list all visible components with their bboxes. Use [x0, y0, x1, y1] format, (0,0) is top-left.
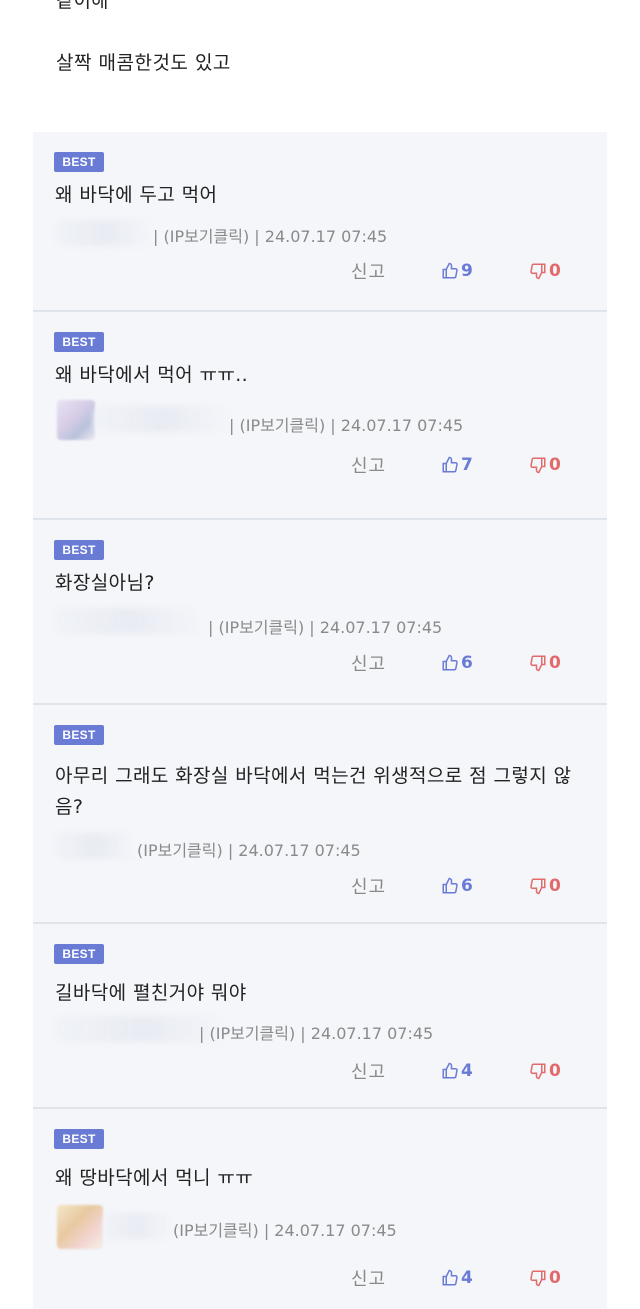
- comment-text: 화장실아님?: [55, 572, 155, 594]
- thumbs-down-icon: [530, 878, 546, 895]
- upvote-count: 6: [461, 876, 473, 896]
- upvote-count: 4: [461, 1061, 473, 1081]
- downvote-button[interactable]: 0: [529, 455, 561, 475]
- comment-meta[interactable]: | (IP보기클릭) | 24.07.17 07:45: [229, 412, 463, 436]
- comment-item: BEST 왜 바닥에서 먹어 ㅠㅠ.. | (IP보기클릭) | 24.07.1…: [33, 312, 607, 520]
- thumbs-down-icon: [530, 655, 546, 672]
- report-button[interactable]: 신고: [351, 1265, 441, 1291]
- thumbs-up-icon: [442, 877, 458, 894]
- comment-meta[interactable]: | (IP보기클릭) | 24.07.17 07:45: [199, 1020, 433, 1044]
- downvote-count: 0: [549, 653, 561, 673]
- comment-item: BEST 길바닥에 펼친거야 뭐야 | (IP보기클릭) | 24.07.17 …: [33, 924, 607, 1109]
- avatar: [57, 400, 95, 440]
- report-button[interactable]: 신고: [351, 258, 441, 284]
- thumbs-down-icon: [530, 263, 546, 280]
- comment-actions: 신고 7 0: [351, 452, 561, 478]
- redacted-nickname: [55, 608, 207, 634]
- redacted-nickname: [93, 406, 233, 432]
- downvote-button[interactable]: 0: [529, 653, 561, 673]
- comment-text: 아무리 그래도 화장실 바닥에서 먹는건 위생적으로 점 그렇지 않음?: [55, 765, 572, 818]
- best-badge: BEST: [54, 540, 104, 560]
- upvote-count: 9: [461, 261, 473, 281]
- post-text-cut: 같이해: [56, 0, 109, 12]
- downvote-count: 0: [549, 1061, 561, 1081]
- comment-item: BEST 화장실아님? | (IP보기클릭) | 24.07.17 07:45 …: [33, 520, 607, 705]
- comment-text: 왜 바닥에서 먹어 ㅠㅠ..: [55, 364, 249, 386]
- post-text: 살짝 매콤한것도 있고: [56, 52, 231, 74]
- thumbs-up-icon: [442, 1269, 458, 1286]
- downvote-button[interactable]: 0: [529, 1061, 561, 1081]
- best-comments-list: BEST 왜 바닥에 두고 먹어 | (IP보기클릭) | 24.07.17 0…: [33, 132, 607, 1309]
- comment-text: 왜 땅바닥에서 먹니 ㅠㅠ: [55, 1167, 254, 1189]
- redacted-nickname: [55, 833, 137, 859]
- thumbs-up-icon: [442, 1062, 458, 1079]
- thumbs-up-icon: [442, 654, 458, 671]
- comment-meta[interactable]: (IP보기클릭) | 24.07.17 07:45: [137, 837, 361, 861]
- redacted-nickname: [55, 220, 155, 246]
- thumbs-up-icon: [442, 262, 458, 279]
- comment-item: BEST 아무리 그래도 화장실 바닥에서 먹는건 위생적으로 점 그렇지 않음…: [33, 705, 607, 924]
- avatar: [57, 1205, 103, 1249]
- thumbs-down-icon: [530, 1063, 546, 1080]
- comment-item: BEST 왜 바닥에 두고 먹어 | (IP보기클릭) | 24.07.17 0…: [33, 132, 607, 312]
- comment-actions: 신고 4 0: [351, 1265, 561, 1291]
- upvote-count: 7: [461, 455, 473, 475]
- comment-text: 왜 바닥에 두고 먹어: [55, 184, 218, 206]
- best-badge: BEST: [54, 1129, 104, 1149]
- upvote-button[interactable]: 6: [441, 876, 529, 896]
- best-badge: BEST: [54, 332, 104, 352]
- comment-actions: 신고 4 0: [351, 1058, 561, 1084]
- report-button[interactable]: 신고: [351, 873, 441, 899]
- comment-text: 길바닥에 펼친거야 뭐야: [55, 982, 247, 1004]
- downvote-count: 0: [549, 1268, 561, 1288]
- thumbs-up-icon: [442, 456, 458, 473]
- report-button[interactable]: 신고: [351, 650, 441, 676]
- redacted-nickname: [103, 1213, 173, 1239]
- downvote-button[interactable]: 0: [529, 261, 561, 281]
- comment-meta[interactable]: | (IP보기클릭) | 24.07.17 07:45: [153, 223, 387, 247]
- downvote-count: 0: [549, 876, 561, 896]
- comment-actions: 신고 6 0: [351, 873, 561, 899]
- comment-item: BEST 왜 땅바닥에서 먹니 ㅠㅠ (IP보기클릭) | 24.07.17 0…: [33, 1109, 607, 1309]
- best-badge: BEST: [54, 944, 104, 964]
- downvote-button[interactable]: 0: [529, 876, 561, 896]
- best-badge: BEST: [54, 152, 104, 172]
- downvote-count: 0: [549, 455, 561, 475]
- best-badge: BEST: [54, 725, 104, 745]
- report-button[interactable]: 신고: [351, 1058, 441, 1084]
- downvote-count: 0: [549, 261, 561, 281]
- upvote-button[interactable]: 7: [441, 455, 529, 475]
- upvote-count: 4: [461, 1268, 473, 1288]
- upvote-button[interactable]: 6: [441, 653, 529, 673]
- report-button[interactable]: 신고: [351, 452, 441, 478]
- thumbs-down-icon: [530, 457, 546, 474]
- downvote-button[interactable]: 0: [529, 1268, 561, 1288]
- comment-meta[interactable]: | (IP보기클릭) | 24.07.17 07:45: [208, 614, 442, 638]
- upvote-button[interactable]: 4: [441, 1268, 529, 1288]
- upvote-button[interactable]: 9: [441, 261, 529, 281]
- comment-meta[interactable]: (IP보기클릭) | 24.07.17 07:45: [173, 1217, 397, 1241]
- comment-actions: 신고 9 0: [351, 258, 561, 284]
- upvote-button[interactable]: 4: [441, 1061, 529, 1081]
- thumbs-down-icon: [530, 1270, 546, 1287]
- upvote-count: 6: [461, 653, 473, 673]
- comment-actions: 신고 6 0: [351, 650, 561, 676]
